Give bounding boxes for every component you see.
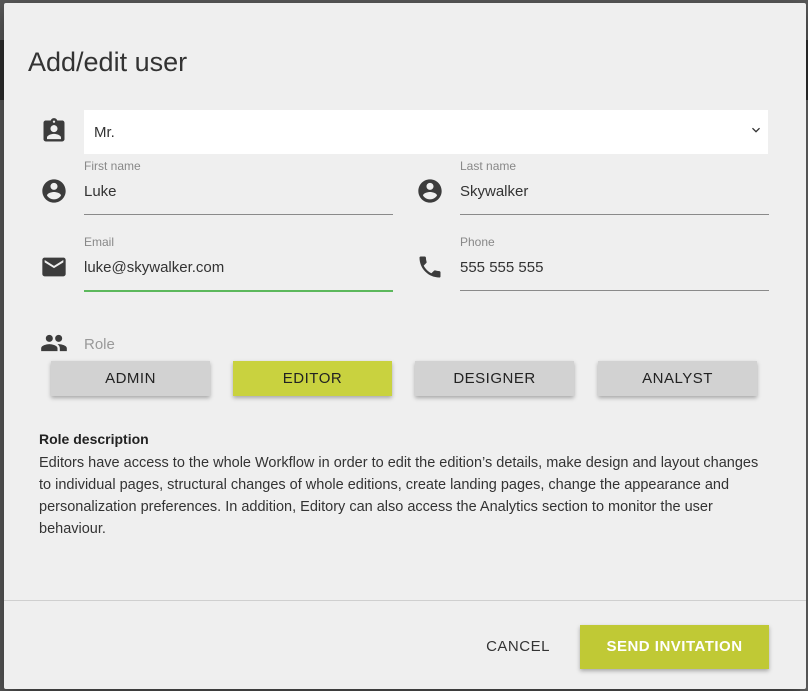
phone-underline xyxy=(460,290,769,291)
role-designer-button[interactable]: DESIGNER xyxy=(415,361,574,396)
role-analyst-button[interactable]: ANALYST xyxy=(598,361,757,396)
role-editor-button[interactable]: EDITOR xyxy=(233,361,392,396)
account-circle-icon xyxy=(416,177,444,205)
add-edit-user-dialog: Add/edit user Mr. First name Luke Last n… xyxy=(4,3,806,689)
last-name-value: Skywalker xyxy=(460,183,529,200)
send-invitation-button[interactable]: SEND INVITATION xyxy=(580,625,769,669)
footer-divider xyxy=(4,600,806,601)
role-admin-button[interactable]: ADMIN xyxy=(51,361,210,396)
phone-icon xyxy=(416,253,444,281)
first-name-field[interactable]: First name Luke xyxy=(84,159,393,215)
salutation-value: Mr. xyxy=(94,124,115,141)
first-name-underline xyxy=(84,214,393,215)
first-name-value: Luke xyxy=(84,183,117,200)
email-underline xyxy=(84,290,393,292)
last-name-underline xyxy=(460,214,769,215)
email-field[interactable]: Email luke@skywalker.com xyxy=(84,235,393,292)
salutation-select[interactable]: Mr. xyxy=(84,110,768,154)
first-name-label: First name xyxy=(84,159,141,173)
role-description-text: Editors have access to the whole Workflo… xyxy=(39,455,759,537)
chevron-down-icon xyxy=(748,122,764,138)
role-label: Role xyxy=(84,336,115,353)
mail-icon xyxy=(40,253,68,281)
email-value: luke@skywalker.com xyxy=(84,259,225,276)
role-description-title: Role description xyxy=(39,431,149,447)
dialog-title: Add/edit user xyxy=(28,47,188,77)
cancel-button[interactable]: CANCEL xyxy=(478,629,558,665)
last-name-label: Last name xyxy=(460,159,517,173)
email-label: Email xyxy=(84,235,115,249)
people-icon xyxy=(40,329,68,357)
last-name-field[interactable]: Last name Skywalker xyxy=(460,159,769,215)
phone-field[interactable]: Phone 555 555 555 xyxy=(460,235,769,291)
assignment-ind-icon xyxy=(40,117,68,145)
account-circle-icon xyxy=(40,177,68,205)
phone-label: Phone xyxy=(460,235,495,249)
phone-value: 555 555 555 xyxy=(460,259,544,276)
